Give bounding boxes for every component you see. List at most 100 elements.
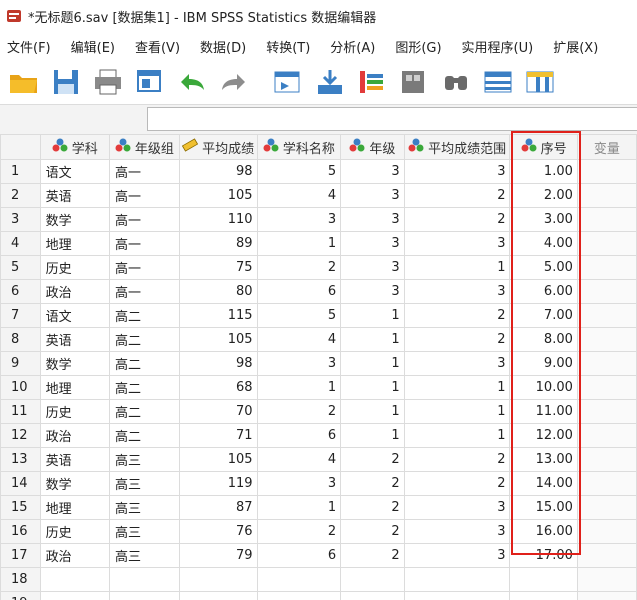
empty-cell[interactable]	[576, 471, 637, 496]
data-cell[interactable]: 2	[340, 471, 405, 496]
data-cell[interactable]: 2	[340, 519, 405, 544]
row-number[interactable]: 7	[0, 303, 41, 328]
data-cell[interactable]: 5	[256, 159, 342, 184]
row-number[interactable]: 2	[0, 183, 41, 208]
data-cell[interactable]: 105	[178, 327, 258, 352]
data-cell[interactable]: 政治	[39, 423, 110, 448]
empty-cell[interactable]	[576, 495, 637, 520]
data-cell[interactable]: 1	[256, 231, 342, 256]
data-cell[interactable]: 12.00	[509, 423, 578, 448]
data-cell[interactable]: 3	[403, 279, 511, 304]
column-header-1[interactable]: 年级组	[108, 134, 180, 160]
empty-cell[interactable]	[576, 447, 637, 472]
empty-cell[interactable]	[576, 159, 637, 184]
column-header-6[interactable]: 序号	[509, 134, 578, 160]
data-cell[interactable]: 高二	[108, 423, 180, 448]
data-cell[interactable]: 3	[340, 207, 405, 232]
row-number[interactable]: 12	[0, 423, 41, 448]
data-cell[interactable]: 高二	[108, 303, 180, 328]
row-number[interactable]: 5	[0, 255, 41, 280]
data-cell[interactable]: 89	[178, 231, 258, 256]
data-cell[interactable]: 高一	[108, 207, 180, 232]
data-cell[interactable]: 2	[256, 255, 342, 280]
row-number[interactable]: 3	[0, 207, 41, 232]
data-cell[interactable]: 98	[178, 351, 258, 376]
row-number[interactable]: 4	[0, 231, 41, 256]
data-cell[interactable]	[256, 591, 342, 600]
dialog-recall-icon[interactable]	[132, 64, 168, 100]
data-cell[interactable]: 高一	[108, 231, 180, 256]
empty-cell[interactable]	[576, 423, 637, 448]
data-cell[interactable]: 119	[178, 471, 258, 496]
cell-value-input[interactable]	[147, 107, 637, 131]
row-number[interactable]: 18	[0, 567, 41, 592]
data-cell[interactable]	[108, 591, 180, 600]
data-cell[interactable]: 1	[256, 375, 342, 400]
data-cell[interactable]: 高三	[108, 519, 180, 544]
data-cell[interactable]: 3	[256, 207, 342, 232]
data-cell[interactable]: 高二	[108, 399, 180, 424]
data-cell[interactable]: 高一	[108, 159, 180, 184]
data-cell[interactable]	[403, 591, 511, 600]
column-header-4[interactable]: 年级	[340, 134, 405, 160]
data-cell[interactable]: 高一	[108, 255, 180, 280]
row-number[interactable]: 13	[0, 447, 41, 472]
data-cell[interactable]: 2	[403, 303, 511, 328]
menu-item-7[interactable]: 实用程序(U)	[462, 37, 534, 56]
data-cell[interactable]: 语文	[39, 159, 110, 184]
data-cell[interactable]: 105	[178, 447, 258, 472]
data-cell[interactable]: 1	[340, 399, 405, 424]
variables-icon[interactable]	[354, 64, 390, 100]
data-cell[interactable]: 1	[403, 399, 511, 424]
data-cell[interactable]: 6.00	[509, 279, 578, 304]
data-cell[interactable]: 3.00	[509, 207, 578, 232]
data-cell[interactable]: 68	[178, 375, 258, 400]
data-cell[interactable]: 数学	[39, 471, 110, 496]
data-cell[interactable]: 3	[256, 471, 342, 496]
empty-cell[interactable]	[576, 279, 637, 304]
data-cell[interactable]: 3	[403, 159, 511, 184]
empty-cell[interactable]	[576, 351, 637, 376]
empty-cell[interactable]	[576, 519, 637, 544]
data-cell[interactable]: 高二	[108, 327, 180, 352]
row-number[interactable]: 19	[0, 591, 41, 600]
insert-cases-icon[interactable]	[480, 64, 516, 100]
data-cell[interactable]: 4	[256, 183, 342, 208]
data-cell[interactable]: 政治	[39, 543, 110, 568]
data-cell[interactable]: 2	[340, 447, 405, 472]
data-cell[interactable]	[39, 591, 110, 600]
data-cell[interactable]: 地理	[39, 495, 110, 520]
data-cell[interactable]: 6	[256, 279, 342, 304]
empty-cell[interactable]	[576, 399, 637, 424]
column-header-7[interactable]: 变量	[576, 134, 637, 160]
data-cell[interactable]: 4.00	[509, 231, 578, 256]
data-cell[interactable]: 2	[340, 543, 405, 568]
data-cell[interactable]: 3	[403, 543, 511, 568]
data-cell[interactable]: 英语	[39, 327, 110, 352]
menu-item-3[interactable]: 数据(D)	[200, 37, 246, 56]
data-cell[interactable]: 数学	[39, 207, 110, 232]
data-cell[interactable]: 高二	[108, 351, 180, 376]
data-cell[interactable]: 3	[340, 279, 405, 304]
data-cell[interactable]: 1	[403, 375, 511, 400]
data-cell[interactable]: 4	[256, 447, 342, 472]
data-cell[interactable]: 2	[403, 471, 511, 496]
data-cell[interactable]: 16.00	[509, 519, 578, 544]
data-cell[interactable]: 2	[256, 399, 342, 424]
data-cell[interactable]: 3	[340, 159, 405, 184]
data-cell[interactable]: 3	[256, 351, 342, 376]
row-number[interactable]: 17	[0, 543, 41, 568]
data-cell[interactable]: 高一	[108, 183, 180, 208]
menu-item-6[interactable]: 图形(G)	[395, 37, 441, 56]
data-cell[interactable]: 115	[178, 303, 258, 328]
data-cell[interactable]: 17.00	[509, 543, 578, 568]
data-cell[interactable]	[340, 567, 405, 592]
data-cell[interactable]	[509, 591, 578, 600]
data-cell[interactable]: 13.00	[509, 447, 578, 472]
data-cell[interactable]: 地理	[39, 375, 110, 400]
data-cell[interactable]: 98	[178, 159, 258, 184]
data-cell[interactable]: 历史	[39, 399, 110, 424]
data-cell[interactable]: 75	[178, 255, 258, 280]
row-number[interactable]: 16	[0, 519, 41, 544]
insert-variable-icon[interactable]	[522, 64, 558, 100]
